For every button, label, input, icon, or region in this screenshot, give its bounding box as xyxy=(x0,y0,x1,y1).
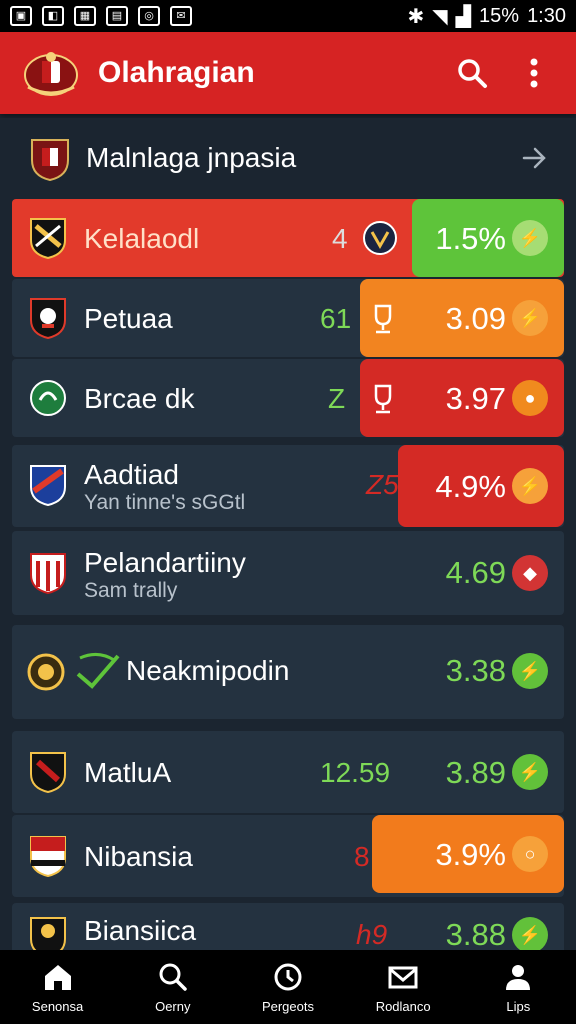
team-name: Brcae dk xyxy=(84,383,195,414)
trophy-icon xyxy=(374,384,392,414)
location-icon: ◎ xyxy=(138,6,160,26)
score-text: 12.59 xyxy=(320,757,391,788)
team-name: Pelandartiiny xyxy=(84,547,246,578)
list-item[interactable]: Pelandartiiny Sam trally 4.69 ◆ xyxy=(12,531,564,615)
bottom-nav: Senonsa Oerny Pergeots Rodlanco Lips xyxy=(0,950,576,1024)
message-icon: ▤ xyxy=(106,6,128,26)
nav-label: Pergeots xyxy=(261,998,314,1014)
team-shield-icon xyxy=(30,298,66,340)
odds-value[interactable]: 3.09 xyxy=(446,301,506,337)
odds-value[interactable]: 3.97 xyxy=(446,381,506,417)
rising-icon[interactable]: ● xyxy=(512,380,548,416)
league-crest-icon xyxy=(31,139,69,182)
team-shield-icon xyxy=(30,465,66,507)
odds-value[interactable]: 3.89 xyxy=(446,755,506,791)
rising-icon[interactable]: ⚡ xyxy=(512,653,548,689)
battery-text: 15% xyxy=(479,4,520,27)
team-shield-icon xyxy=(30,380,66,416)
nav-item-messages[interactable]: Rodlanco xyxy=(348,961,458,1014)
team-name: Nibansia xyxy=(84,841,193,872)
odds-value[interactable]: 3.9% xyxy=(435,837,506,873)
rising-icon[interactable]: ⚡ xyxy=(512,468,548,504)
score-text: 61 xyxy=(320,303,352,334)
clock-time: 1:30 xyxy=(527,4,566,27)
section-header[interactable]: Malnlaga jnpasia xyxy=(0,118,576,198)
team-crest-icon xyxy=(27,653,65,691)
nav-item-home[interactable]: Senonsa xyxy=(3,961,113,1014)
trophy-icon xyxy=(374,304,392,334)
image-icon: ◧ xyxy=(42,6,64,26)
app-title: Olahragian xyxy=(98,56,255,89)
team-name: MatluA xyxy=(84,757,172,788)
team-logo-icon xyxy=(363,221,397,255)
wifi-icon: ◥ xyxy=(432,5,448,28)
mail-icon xyxy=(388,966,418,988)
team-shield-icon xyxy=(30,836,66,878)
list-item[interactable]: Aadtiad Yan tinne's sGGtl Z5 4.9% ⚡ xyxy=(12,445,564,527)
section-title: Malnlaga jnpasia xyxy=(86,142,297,173)
team-name: Neakmipodin xyxy=(126,655,290,686)
home-icon xyxy=(44,964,71,990)
profile-icon xyxy=(506,964,531,990)
score-text: 8 xyxy=(354,841,370,872)
odds-value[interactable]: 1.5% xyxy=(435,221,506,257)
bluetooth-icon: ✱ xyxy=(407,5,425,28)
rising-icon[interactable]: ⚡ xyxy=(512,220,548,256)
nav-label: Rodlanco xyxy=(375,998,431,1014)
info-icon[interactable]: ○ xyxy=(512,836,548,872)
nav-label: Lips xyxy=(506,998,531,1014)
nav-item-schedule[interactable]: Pergeots xyxy=(233,961,343,1014)
notification-icon: ▣ xyxy=(10,6,32,26)
odds-value[interactable]: 4.9% xyxy=(435,469,506,505)
list-item[interactable]: Neakmipodin 3.38 ⚡ xyxy=(12,625,564,719)
team-shield-icon xyxy=(30,553,66,595)
rising-icon[interactable]: ⚡ xyxy=(512,300,548,336)
search-icon[interactable] xyxy=(452,53,492,93)
status-right: ✱ ◥ ▟ 15% 1:30 xyxy=(407,4,566,29)
odds-value[interactable]: 3.38 xyxy=(446,653,506,689)
team-subtitle: Yan tinne's sGGtl xyxy=(84,491,246,514)
search-icon xyxy=(159,963,187,991)
check-wing-icon xyxy=(76,653,120,689)
calendar-icon: ▦ xyxy=(74,6,96,26)
team-subtitle: Sam trally xyxy=(84,579,178,602)
score-text: 4 xyxy=(332,223,348,254)
team-shield-icon xyxy=(30,218,66,260)
team-shield-icon xyxy=(30,752,66,794)
team-name: Kelalaodl xyxy=(84,223,200,254)
score-text: Z5 xyxy=(366,469,399,500)
app-logo-icon xyxy=(24,52,78,96)
rising-icon[interactable]: ⚡ xyxy=(512,917,548,951)
list-item[interactable]: Nibansia 8 3.9% ○ xyxy=(12,815,564,897)
list-item[interactable]: MatluA 12.59 3.89 ⚡ xyxy=(12,731,564,813)
nav-label: Oerny xyxy=(155,998,191,1014)
more-vert-icon[interactable] xyxy=(514,53,554,93)
score-text: h9 xyxy=(356,919,388,950)
nav-item-profile[interactable]: Lips xyxy=(463,961,573,1014)
score-text: Z xyxy=(328,383,346,414)
clock-icon xyxy=(274,963,302,990)
list-item[interactable]: Kelalaodl 4 1.5% ⚡ xyxy=(12,199,564,277)
nav-item-search[interactable]: Oerny xyxy=(118,961,228,1014)
team-shield-icon xyxy=(30,917,66,951)
team-name: Biansiica xyxy=(84,915,197,946)
nav-label: Senonsa xyxy=(31,998,84,1014)
signal-icon: ▟ xyxy=(455,5,472,28)
team-name: Aadtiad xyxy=(84,459,179,490)
status-left-icons: ▣ ◧ ▦ ▤ ◎ ✉ xyxy=(10,6,192,26)
list-item[interactable]: Petuaa 61 3.09 ⚡ xyxy=(12,279,564,357)
status-bar: ▣ ◧ ▦ ▤ ◎ ✉ ✱ ◥ ▟ 15% 1:30 xyxy=(0,0,576,32)
team-name: Petuaa xyxy=(84,303,173,334)
mail-icon: ✉ xyxy=(170,6,192,26)
falling-icon[interactable]: ◆ xyxy=(512,555,548,591)
app-bar: Olahragian xyxy=(0,32,576,114)
list-item[interactable]: Biansiica h9 3.88 ⚡ xyxy=(12,903,564,951)
odds-value[interactable]: 4.69 xyxy=(446,555,506,591)
list-item[interactable]: Brcae dk Z 3.97 ● xyxy=(12,359,564,437)
odds-value[interactable]: 3.88 xyxy=(446,917,506,951)
arrow-right-icon[interactable] xyxy=(520,144,548,172)
rising-icon[interactable]: ⚡ xyxy=(512,754,548,790)
